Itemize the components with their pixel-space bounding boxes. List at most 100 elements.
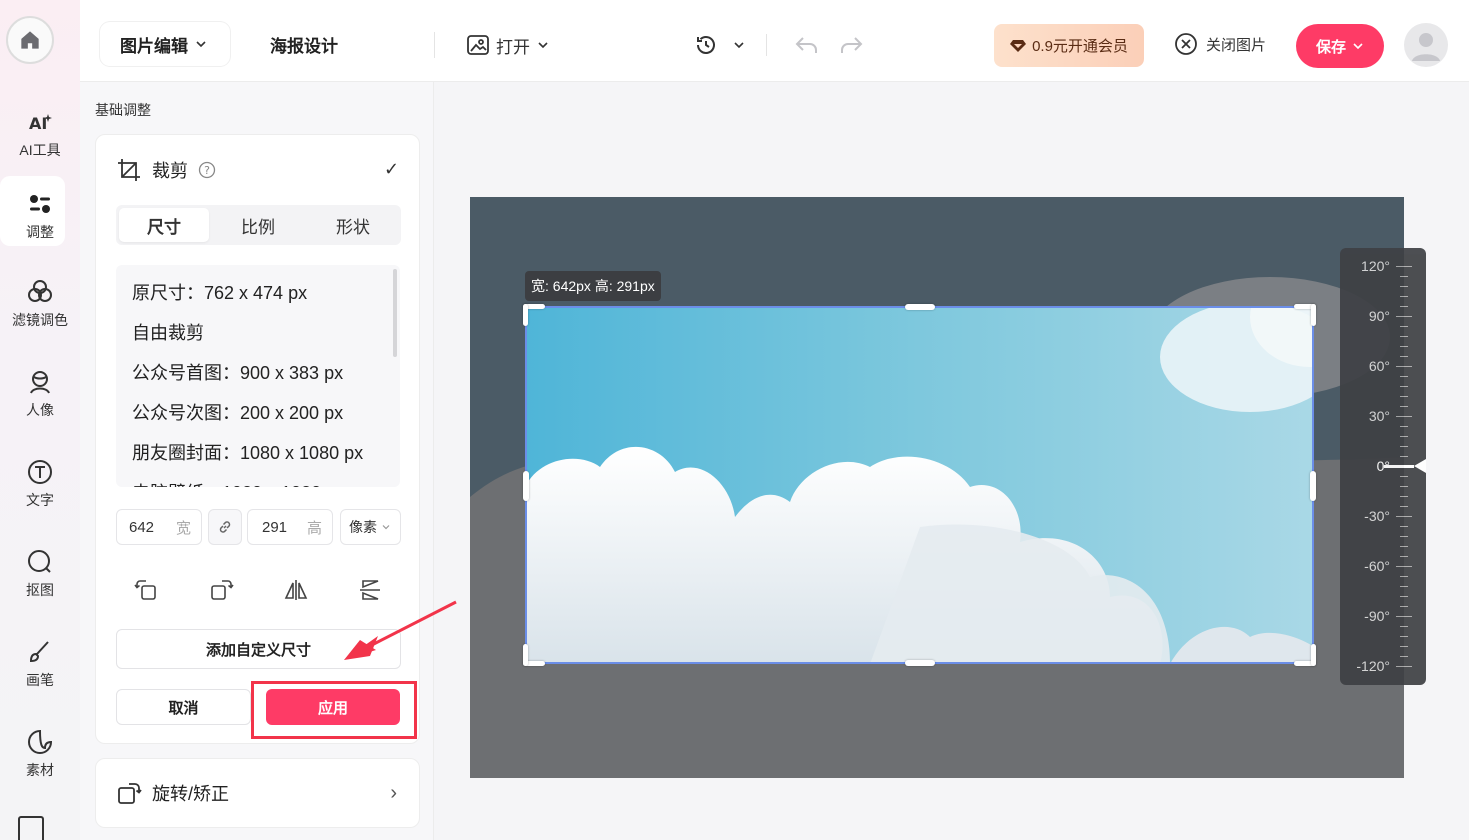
corner-handle-bl-v[interactable]	[523, 644, 528, 666]
check-icon[interactable]: ✓	[384, 159, 399, 180]
ruler-tick	[1400, 586, 1408, 587]
rail-cutout[interactable]: 抠图	[0, 534, 80, 614]
rail-adjust[interactable]: 调整	[0, 176, 80, 256]
rail-material[interactable]: 素材	[0, 714, 80, 794]
unit-select[interactable]: 像素	[340, 509, 401, 545]
avatar[interactable]	[1404, 23, 1448, 67]
ruler-tick	[1400, 296, 1408, 297]
rail-text[interactable]: 文字	[0, 444, 80, 524]
crop-icon	[118, 159, 140, 181]
preset-wechat-cover[interactable]: 公众号首图：900 x 383 px	[132, 359, 343, 385]
ruler-tick	[1400, 536, 1408, 537]
ruler-tick	[1396, 566, 1412, 567]
rotate-left-button[interactable]	[132, 575, 162, 605]
preset-moments-cover[interactable]: 朋友圈封面：1080 x 1080 px	[132, 439, 363, 465]
corner-handle-tr-v[interactable]	[1311, 304, 1316, 326]
cutout-icon	[28, 550, 51, 573]
crop-header: 裁剪 ?	[116, 157, 216, 183]
ruler-tick	[1396, 416, 1412, 417]
ruler-tick	[1400, 486, 1408, 487]
open-button[interactable]: 打开	[466, 30, 550, 60]
adjust-panel: 基础调整 裁剪 ? ✓ 尺寸 比例 形状 原尺寸：762 x 474 px 自由…	[80, 82, 434, 840]
ruler-tick	[1400, 436, 1408, 437]
home-button[interactable]	[6, 16, 54, 64]
ruler-label: -30°	[1364, 508, 1390, 524]
close-image-button[interactable]: 关闭图片	[1174, 32, 1266, 56]
chevron-down-icon	[382, 525, 390, 530]
corner-handle-br-v[interactable]	[1311, 644, 1316, 666]
lock-ratio-button[interactable]	[208, 509, 242, 545]
tab-image-edit[interactable]: 图片编辑	[100, 22, 230, 66]
material-icon	[28, 729, 53, 754]
history-icon	[697, 36, 715, 54]
brush-icon	[29, 641, 49, 663]
ruler-tick	[1400, 576, 1408, 577]
flip-horizontal-button[interactable]	[281, 575, 311, 605]
ruler-tick	[1400, 406, 1408, 407]
width-field[interactable]: 642 宽	[116, 509, 202, 545]
ruler-tick	[1400, 526, 1408, 527]
rail-label: 调整	[26, 224, 54, 240]
rotate-straighten-card[interactable]: 旋转/矫正 ›	[95, 758, 420, 828]
cancel-button[interactable]: 取消	[116, 689, 251, 725]
preset-original[interactable]: 原尺寸：762 x 474 px	[132, 279, 307, 305]
rotate-left-icon	[134, 580, 156, 600]
vip-button[interactable]: 0.9元开通会员	[994, 24, 1144, 67]
preset-wechat-secondary[interactable]: 公众号次图：200 x 200 px	[132, 399, 343, 425]
chevron-down-icon	[1353, 43, 1363, 50]
ruler-tick	[1396, 516, 1412, 517]
rail-label: 滤镜调色	[12, 312, 68, 328]
crop-box[interactable]	[523, 304, 1316, 666]
rail-brush[interactable]: 画笔	[0, 624, 80, 704]
undo-icon[interactable]	[794, 34, 820, 56]
tab-poster-design[interactable]: 海报设计	[270, 22, 338, 66]
tab-ratio[interactable]: 比例	[213, 208, 303, 242]
divider	[434, 32, 435, 58]
edge-handle-right[interactable]	[1310, 471, 1316, 501]
edge-handle-left[interactable]	[523, 471, 529, 501]
text-icon	[28, 460, 52, 484]
ruler-tick	[1400, 626, 1408, 627]
ruler-tick	[1400, 356, 1408, 357]
ruler-tick	[1400, 476, 1408, 477]
ruler-tick	[1400, 376, 1408, 377]
svg-text:?: ?	[204, 164, 210, 177]
rail-filter[interactable]: 滤镜调色	[0, 264, 80, 344]
chevron-right-icon: ›	[390, 781, 397, 804]
corner-handle-tl-v[interactable]	[523, 304, 528, 326]
rail-portrait[interactable]: 人像	[0, 354, 80, 434]
rotate-right-button[interactable]	[206, 575, 236, 605]
ruler-pointer-icon[interactable]	[1414, 459, 1426, 473]
save-button[interactable]: 保存	[1296, 24, 1384, 68]
height-field[interactable]: 291 高	[247, 509, 333, 545]
crop-dimension-label: 宽: 642px 高: 291px	[525, 271, 661, 301]
chevron-down-icon	[196, 41, 206, 48]
ruler-label: -90°	[1364, 608, 1390, 624]
rail-ai-tools[interactable]: AI AI工具	[0, 94, 80, 174]
tab-size[interactable]: 尺寸	[119, 208, 209, 242]
close-image-label: 关闭图片	[1206, 36, 1267, 54]
frame-icon[interactable]	[18, 816, 44, 840]
edge-handle-bottom[interactable]	[905, 660, 935, 666]
ruler-label: 90°	[1368, 308, 1390, 324]
help-icon[interactable]: ?	[198, 161, 216, 179]
ruler-tick	[1400, 496, 1408, 497]
redo-icon[interactable]	[838, 34, 864, 56]
height-value: 291	[262, 518, 288, 536]
width-unit: 宽	[175, 519, 191, 537]
ruler-tick	[1400, 556, 1408, 557]
apply-button[interactable]: 应用	[266, 689, 400, 725]
rotate-right-icon	[211, 580, 234, 600]
edge-handle-top[interactable]	[905, 304, 935, 310]
ruler-tick	[1400, 286, 1408, 287]
tab-shape[interactable]: 形状	[308, 208, 398, 242]
history-button[interactable]	[694, 33, 746, 57]
scrollbar[interactable]	[393, 269, 397, 357]
ruler-tick	[1400, 596, 1408, 597]
ruler-tick	[1400, 346, 1408, 347]
ruler-tick	[1400, 396, 1408, 397]
preset-free[interactable]: 自由裁剪	[132, 319, 204, 345]
filter-icon	[28, 280, 52, 302]
preset-desktop-wallpaper[interactable]: 电脑壁纸：1920 x 1080 px	[132, 479, 345, 487]
rotation-ruler[interactable]: 120° 90° 60° 30° 0° -30° -60° -90° -120°	[1340, 248, 1426, 685]
